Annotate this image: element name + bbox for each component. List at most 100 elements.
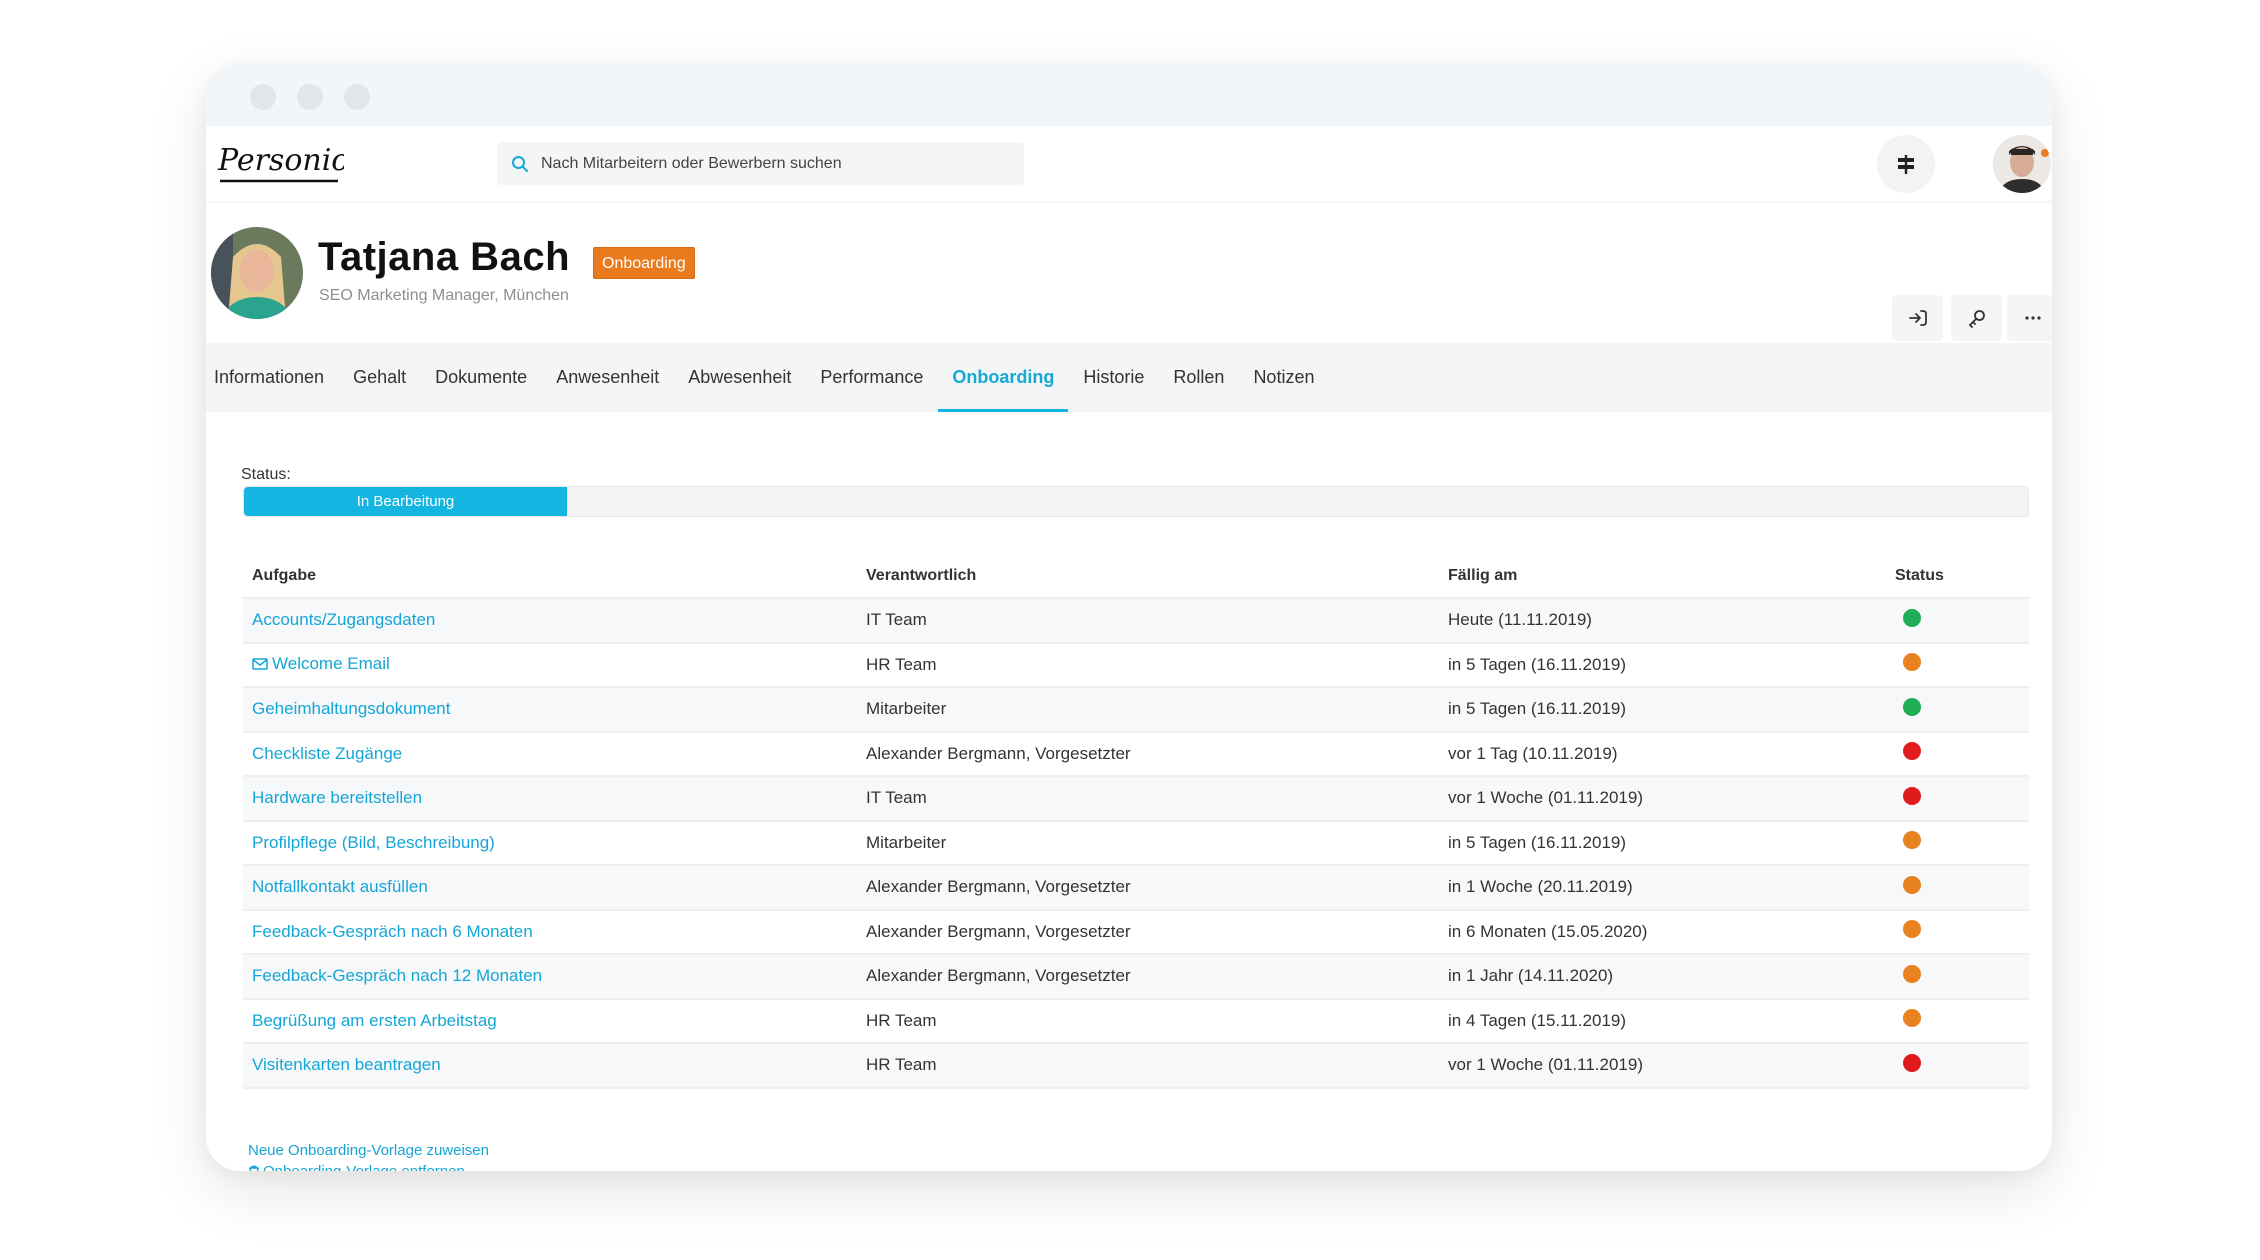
remove-template-link[interactable]: Onboarding-Vorlage entfernen: [248, 1161, 489, 1171]
task-name: Begrüßung am ersten Arbeitstag: [252, 1010, 497, 1030]
task-link[interactable]: Begrüßung am ersten Arbeitstag: [252, 1011, 497, 1031]
status-orange-dot[interactable]: [1903, 875, 1921, 894]
task-name: Notfallkontakt ausfüllen: [252, 877, 428, 897]
signpost-icon: [1898, 155, 1914, 174]
owner-cell: HR Team: [866, 1043, 1448, 1089]
task-link[interactable]: Feedback-Gespräch nach 6 Monaten: [252, 922, 533, 942]
column-header-task: Aufgabe: [243, 555, 866, 599]
status-red-dot[interactable]: [1903, 742, 1921, 761]
tab-anwesenheit[interactable]: Anwesenheit: [542, 343, 673, 412]
window-titlebar: [206, 64, 2052, 126]
profile-header: Tatjana Bach Onboarding SEO Marketing Ma…: [206, 205, 2052, 343]
task-cell: Feedback-Gespräch nach 6 Monaten: [243, 909, 866, 955]
user-avatar[interactable]: [1993, 135, 2051, 193]
due-date-cell: vor 1 Woche (01.11.2019): [1448, 1043, 1895, 1089]
task-cell: Hardware bereitstellen: [243, 776, 866, 822]
table-row: Profilpflege (Bild, Beschreibung) Mitarbe…: [243, 820, 2029, 866]
owner-cell: HR Team: [866, 642, 1448, 688]
tab-performance[interactable]: Performance: [806, 343, 937, 412]
tab-gehalt[interactable]: Gehalt: [339, 343, 420, 412]
login-arrow-icon: [1908, 310, 1927, 326]
column-header-status: Status: [1895, 555, 2029, 599]
task-link[interactable]: Welcome Email: [252, 654, 390, 674]
task-link[interactable]: Geheimhaltungsdokument: [252, 699, 450, 719]
owner-cell: Alexander Bergmann, Vorgesetzter: [866, 909, 1448, 955]
status-cell: [1895, 954, 2029, 1000]
due-date-cell: Heute (11.11.2019): [1448, 598, 1895, 644]
due-date-cell: in 6 Monaten (15.05.2020): [1448, 909, 1895, 955]
task-link[interactable]: Profilpflege (Bild, Beschreibung): [252, 833, 495, 853]
task-link[interactable]: Checkliste Zugänge: [252, 744, 402, 764]
more-options-button[interactable]: [2007, 295, 2052, 341]
task-cell: Geheimhaltungsdokument: [243, 687, 866, 733]
key-icon: [1968, 310, 1985, 328]
app-window: Personio Nach Mitarbeitern oder Bewerber…: [206, 64, 2052, 1171]
tab-informationen[interactable]: Informationen: [214, 343, 338, 412]
template-actions: Neue Onboarding-Vorlage zuweisen Onboard…: [248, 1140, 489, 1171]
tab-rollen[interactable]: Rollen: [1159, 343, 1238, 412]
due-date-cell: vor 1 Woche (01.11.2019): [1448, 776, 1895, 822]
due-date-cell: in 1 Woche (20.11.2019): [1448, 865, 1895, 911]
task-link[interactable]: Accounts/Zugangsdaten: [252, 610, 435, 630]
top-navigation: Personio Nach Mitarbeitern oder Bewerber…: [206, 126, 2052, 203]
task-name: Visitenkarten beantragen: [252, 1055, 441, 1075]
trash-icon: [249, 1165, 259, 1171]
logo-text: Personio: [217, 143, 344, 178]
status-cell: [1895, 598, 2029, 644]
search-input[interactable]: Nach Mitarbeitern oder Bewerbern suchen: [497, 142, 1024, 185]
tab-onboarding[interactable]: Onboarding: [938, 343, 1069, 412]
status-orange-dot[interactable]: [1903, 653, 1921, 672]
due-date-cell: in 5 Tagen (16.11.2019): [1448, 642, 1895, 688]
task-cell: Accounts/Zugangsdaten: [243, 598, 866, 644]
status-red-dot[interactable]: [1903, 786, 1921, 805]
tab-abwesenheit[interactable]: Abwesenheit: [674, 343, 805, 412]
status-red-dot[interactable]: [1903, 1053, 1921, 1072]
progress-fill: In Bearbeitung: [244, 487, 567, 516]
window-maximize-button[interactable]: [344, 84, 370, 110]
signpost-button[interactable]: [1877, 135, 1935, 193]
personio-logo[interactable]: Personio: [214, 138, 349, 188]
status-orange-dot[interactable]: [1903, 920, 1921, 939]
owner-cell: Mitarbeiter: [866, 820, 1448, 866]
task-link[interactable]: Hardware bereitstellen: [252, 788, 422, 808]
task-link[interactable]: Notfallkontakt ausfüllen: [252, 877, 428, 897]
due-date-cell: vor 1 Tag (10.11.2019): [1448, 731, 1895, 777]
column-header-owner: Verantwortlich: [866, 555, 1448, 599]
task-cell: Profilpflege (Bild, Beschreibung): [243, 820, 866, 866]
status-green-dot[interactable]: [1903, 697, 1921, 716]
column-header-due: Fällig am: [1448, 555, 1895, 599]
status-cell: [1895, 909, 2029, 955]
assign-template-link[interactable]: Neue Onboarding-Vorlage zuweisen: [248, 1140, 489, 1161]
due-date-cell: in 4 Tagen (15.11.2019): [1448, 998, 1895, 1044]
task-cell: Checkliste Zugänge: [243, 731, 866, 777]
table-row: Geheimhaltungsdokument Mitarbeiter in 5 Ta…: [243, 687, 2029, 733]
owner-cell: Mitarbeiter: [866, 687, 1448, 733]
employee-position: SEO Marketing Manager, München: [319, 287, 569, 304]
window-minimize-button[interactable]: [297, 84, 323, 110]
table-row: Feedback-Gespräch nach 6 Monaten Alexande…: [243, 909, 2029, 955]
tab-historie[interactable]: Historie: [1069, 343, 1158, 412]
task-name: Geheimhaltungsdokument: [252, 699, 451, 719]
due-date-cell: in 5 Tagen (16.11.2019): [1448, 820, 1895, 866]
table-row: Hardware bereitstellen IT Team vor 1 Woche…: [243, 776, 2029, 822]
status-cell: [1895, 998, 2029, 1044]
table-row: Accounts/Zugangsdaten IT Team Heute (11.11…: [243, 598, 2029, 644]
search-icon: [512, 155, 528, 172]
owner-cell: HR Team: [866, 998, 1448, 1044]
access-rights-button[interactable]: [1951, 295, 2002, 341]
task-name: Feedback-Gespräch nach 12 Monaten: [252, 966, 543, 986]
tab-dokumente[interactable]: Dokumente: [421, 343, 541, 412]
owner-cell: Alexander Bergmann, Vorgesetzter: [866, 731, 1448, 777]
table-row: Visitenkarten beantragen HR Team vor 1 Woc…: [243, 1043, 2029, 1089]
table-row: Feedback-Gespräch nach 12 Monaten Alexand…: [243, 954, 2029, 1000]
login-as-button[interactable]: [1892, 295, 1943, 341]
task-link[interactable]: Visitenkarten beantragen: [252, 1055, 441, 1075]
status-orange-dot[interactable]: [1903, 831, 1921, 850]
status-orange-dot[interactable]: [1903, 964, 1921, 983]
task-name: Hardware bereitstellen: [252, 788, 423, 808]
window-close-button[interactable]: [250, 84, 276, 110]
tab-notizen[interactable]: Notizen: [1239, 343, 1328, 412]
status-green-dot[interactable]: [1903, 608, 1921, 627]
task-link[interactable]: Feedback-Gespräch nach 12 Monaten: [252, 966, 542, 986]
status-orange-dot[interactable]: [1903, 1009, 1921, 1028]
